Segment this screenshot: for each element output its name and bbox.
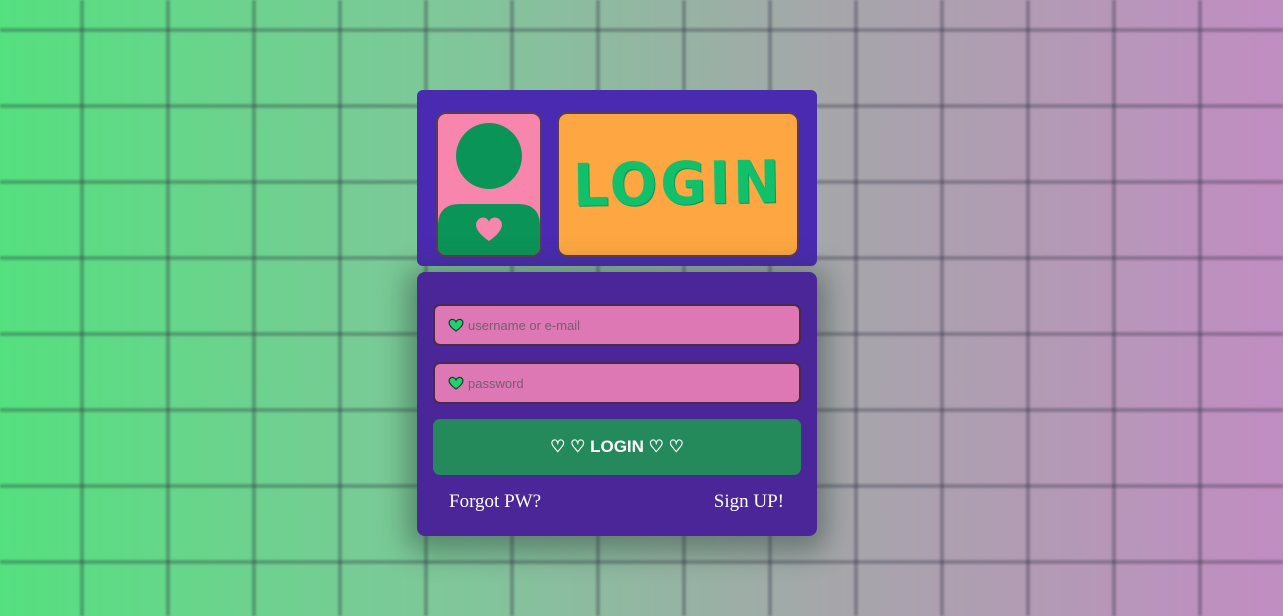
password-field[interactable] (433, 362, 801, 404)
login-form-card: ♡ ♡ LOGIN ♡ ♡ Forgot PW? Sign UP! (417, 272, 817, 536)
green-heart-icon (448, 376, 464, 390)
username-field[interactable] (433, 304, 801, 346)
logo-banner: LOGIN (557, 112, 799, 257)
forgot-password-link[interactable]: Forgot PW? (449, 491, 541, 513)
user-heart-avatar-icon (438, 123, 540, 255)
username-input[interactable] (468, 317, 788, 333)
login-button[interactable]: ♡ ♡ LOGIN ♡ ♡ (433, 419, 801, 475)
logo-text: LOGIN (572, 148, 784, 221)
sign-up-link[interactable]: Sign UP! (714, 491, 784, 513)
green-heart-icon (448, 318, 464, 332)
login-header-card: LOGIN (417, 90, 817, 266)
password-input[interactable] (468, 375, 788, 391)
avatar (436, 112, 542, 257)
